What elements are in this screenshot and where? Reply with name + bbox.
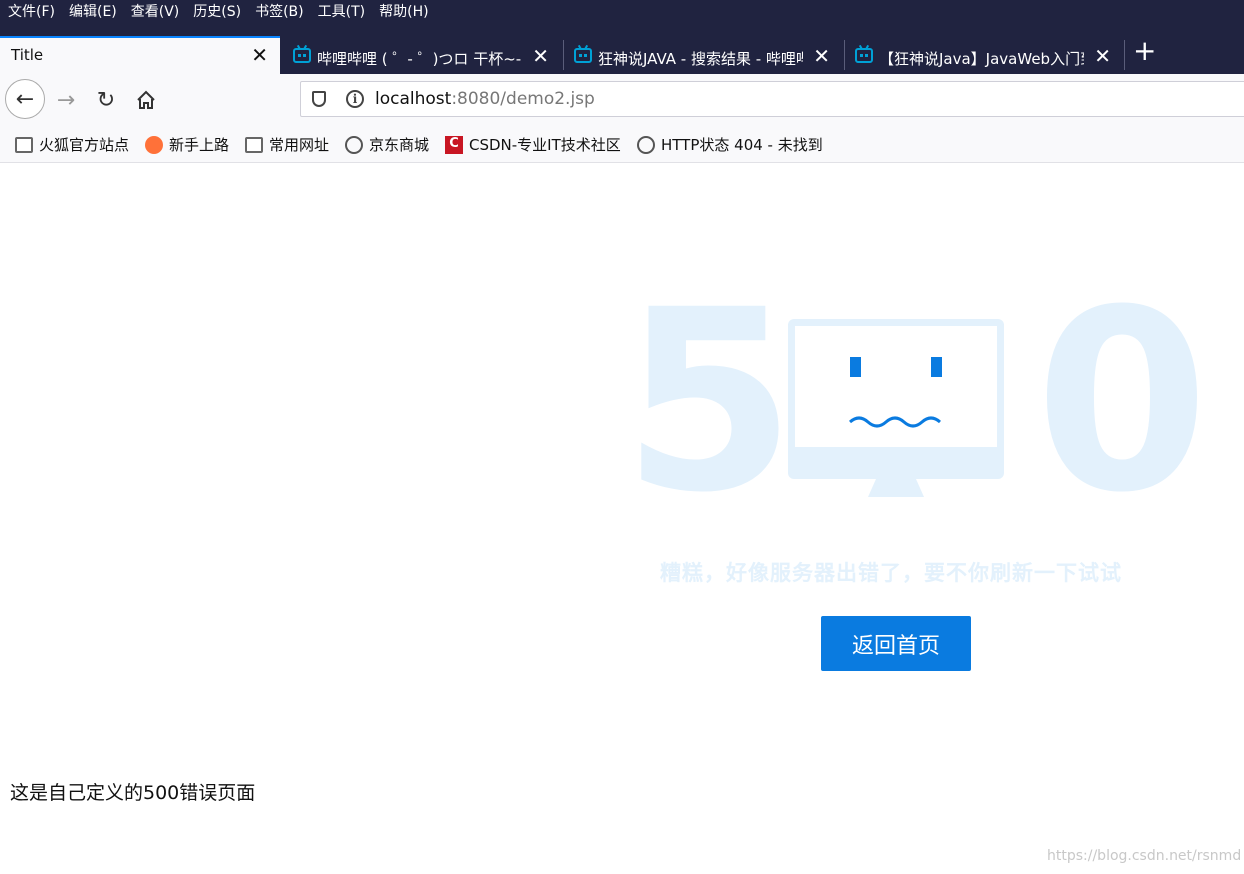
bookmark-common-sites[interactable]: 常用网址 [245, 134, 329, 155]
globe-icon [637, 135, 655, 154]
csdn-icon: C [445, 135, 463, 154]
shield-icon[interactable] [312, 91, 326, 107]
bookmark-getting-started[interactable]: 新手上路 [145, 134, 229, 155]
bookmark-label: 新手上路 [169, 136, 230, 154]
close-icon[interactable]: ✕ [251, 44, 268, 66]
url-path: :8080/demo2.jsp [451, 89, 595, 109]
bilibili-icon [293, 48, 311, 63]
sad-monitor-icon [788, 319, 1004, 497]
return-home-button[interactable]: 返回首页 [821, 616, 971, 671]
bilibili-icon [855, 48, 873, 63]
menu-file[interactable]: 文件(F) [8, 1, 55, 21]
bookmark-label: 火狐官方站点 [39, 136, 130, 154]
bookmarks-toolbar: 火狐官方站点 新手上路 常用网址 京东商城 C CSDN-专业IT技术社区 HT… [0, 126, 1244, 163]
error-digit-0: 0 [1035, 256, 1209, 547]
custom-error-text: 这是自己定义的500错误页面 [10, 782, 256, 804]
bookmark-http-404[interactable]: HTTP状态 404 - 未找到 [637, 134, 823, 155]
tab-title[interactable]: Title ✕ [0, 36, 280, 74]
navigation-bar: ← → ↻ i localhost:8080/demo2.jsp [0, 74, 1244, 126]
tab-label: 哔哩哔哩 ( ゜- ゜)つロ 干杯~-bi [317, 50, 522, 68]
new-tab-button[interactable]: + [1133, 36, 1156, 66]
menu-history[interactable]: 历史(S) [193, 1, 241, 21]
forward-button[interactable]: → [49, 83, 83, 117]
tab-bilibili[interactable]: 哔哩哔哩 ( ゜- ゜)つロ 干杯~-bi ✕ [281, 39, 561, 74]
watermark: https://blog.csdn.net/rsnmd [1047, 848, 1242, 864]
bookmark-label: 京东商城 [369, 136, 430, 154]
url-text[interactable]: localhost:8080/demo2.jsp [375, 89, 595, 109]
close-icon[interactable]: ✕ [1094, 45, 1111, 67]
reload-icon: ↻ [96, 87, 116, 113]
close-icon[interactable]: ✕ [813, 45, 830, 67]
tab-label: Title [11, 46, 44, 64]
menu-bar: 文件(F) 编辑(E) 查看(V) 历史(S) 书签(B) 工具(T) 帮助(H… [0, 0, 1244, 22]
url-host: localhost [375, 89, 452, 109]
bookmark-firefox-official[interactable]: 火狐官方站点 [15, 134, 129, 155]
info-icon[interactable]: i [346, 90, 364, 108]
arrow-right-icon: → [56, 87, 76, 113]
bookmark-label: CSDN-专业IT技术社区 [469, 136, 621, 154]
url-bar[interactable]: i localhost:8080/demo2.jsp [300, 81, 1244, 117]
folder-icon [15, 136, 33, 153]
arrow-left-icon: ← [15, 86, 35, 112]
tab-javaweb[interactable]: 【狂神说Java】JavaWeb入门到 ✕ [843, 39, 1123, 74]
folder-icon [245, 136, 263, 153]
error-message: 糟糕，好像服务器出错了，要不你刷新一下试试 [660, 561, 1122, 585]
firefox-icon [145, 135, 163, 154]
globe-icon [345, 135, 363, 154]
home-button[interactable] [129, 83, 163, 117]
tab-bar: Title ✕ 哔哩哔哩 ( ゜- ゜)つロ 干杯~-bi ✕ 狂神说JAVA … [0, 22, 1244, 74]
tab-label: 【狂神说Java】JavaWeb入门到 [879, 50, 1084, 68]
tab-search-results[interactable]: 狂神说JAVA - 搜索结果 - 哔哩哔 ✕ [562, 39, 842, 74]
menu-help[interactable]: 帮助(H) [379, 1, 428, 21]
bookmark-label: 常用网址 [269, 136, 330, 154]
menu-edit[interactable]: 编辑(E) [69, 1, 117, 21]
error-digit-5: 5 [622, 256, 796, 547]
home-icon [137, 90, 155, 109]
bookmark-csdn[interactable]: C CSDN-专业IT技术社区 [445, 134, 621, 155]
tab-label: 狂神说JAVA - 搜索结果 - 哔哩哔 [598, 50, 803, 68]
close-icon[interactable]: ✕ [532, 45, 549, 67]
reload-button[interactable]: ↻ [89, 83, 123, 117]
page-content: 5 0 糟糕，好像服务器出错了，要不你刷新一下试试 返回首页 这是自己定义的50… [0, 162, 1244, 874]
bookmark-jd[interactable]: 京东商城 [345, 134, 429, 155]
menu-bookmarks[interactable]: 书签(B) [255, 1, 304, 21]
menu-view[interactable]: 查看(V) [131, 1, 180, 21]
menu-tools[interactable]: 工具(T) [318, 1, 365, 21]
back-button[interactable]: ← [5, 79, 45, 119]
tab-separator [1124, 40, 1125, 70]
bilibili-icon [574, 48, 592, 63]
bookmark-label: HTTP状态 404 - 未找到 [661, 136, 823, 154]
